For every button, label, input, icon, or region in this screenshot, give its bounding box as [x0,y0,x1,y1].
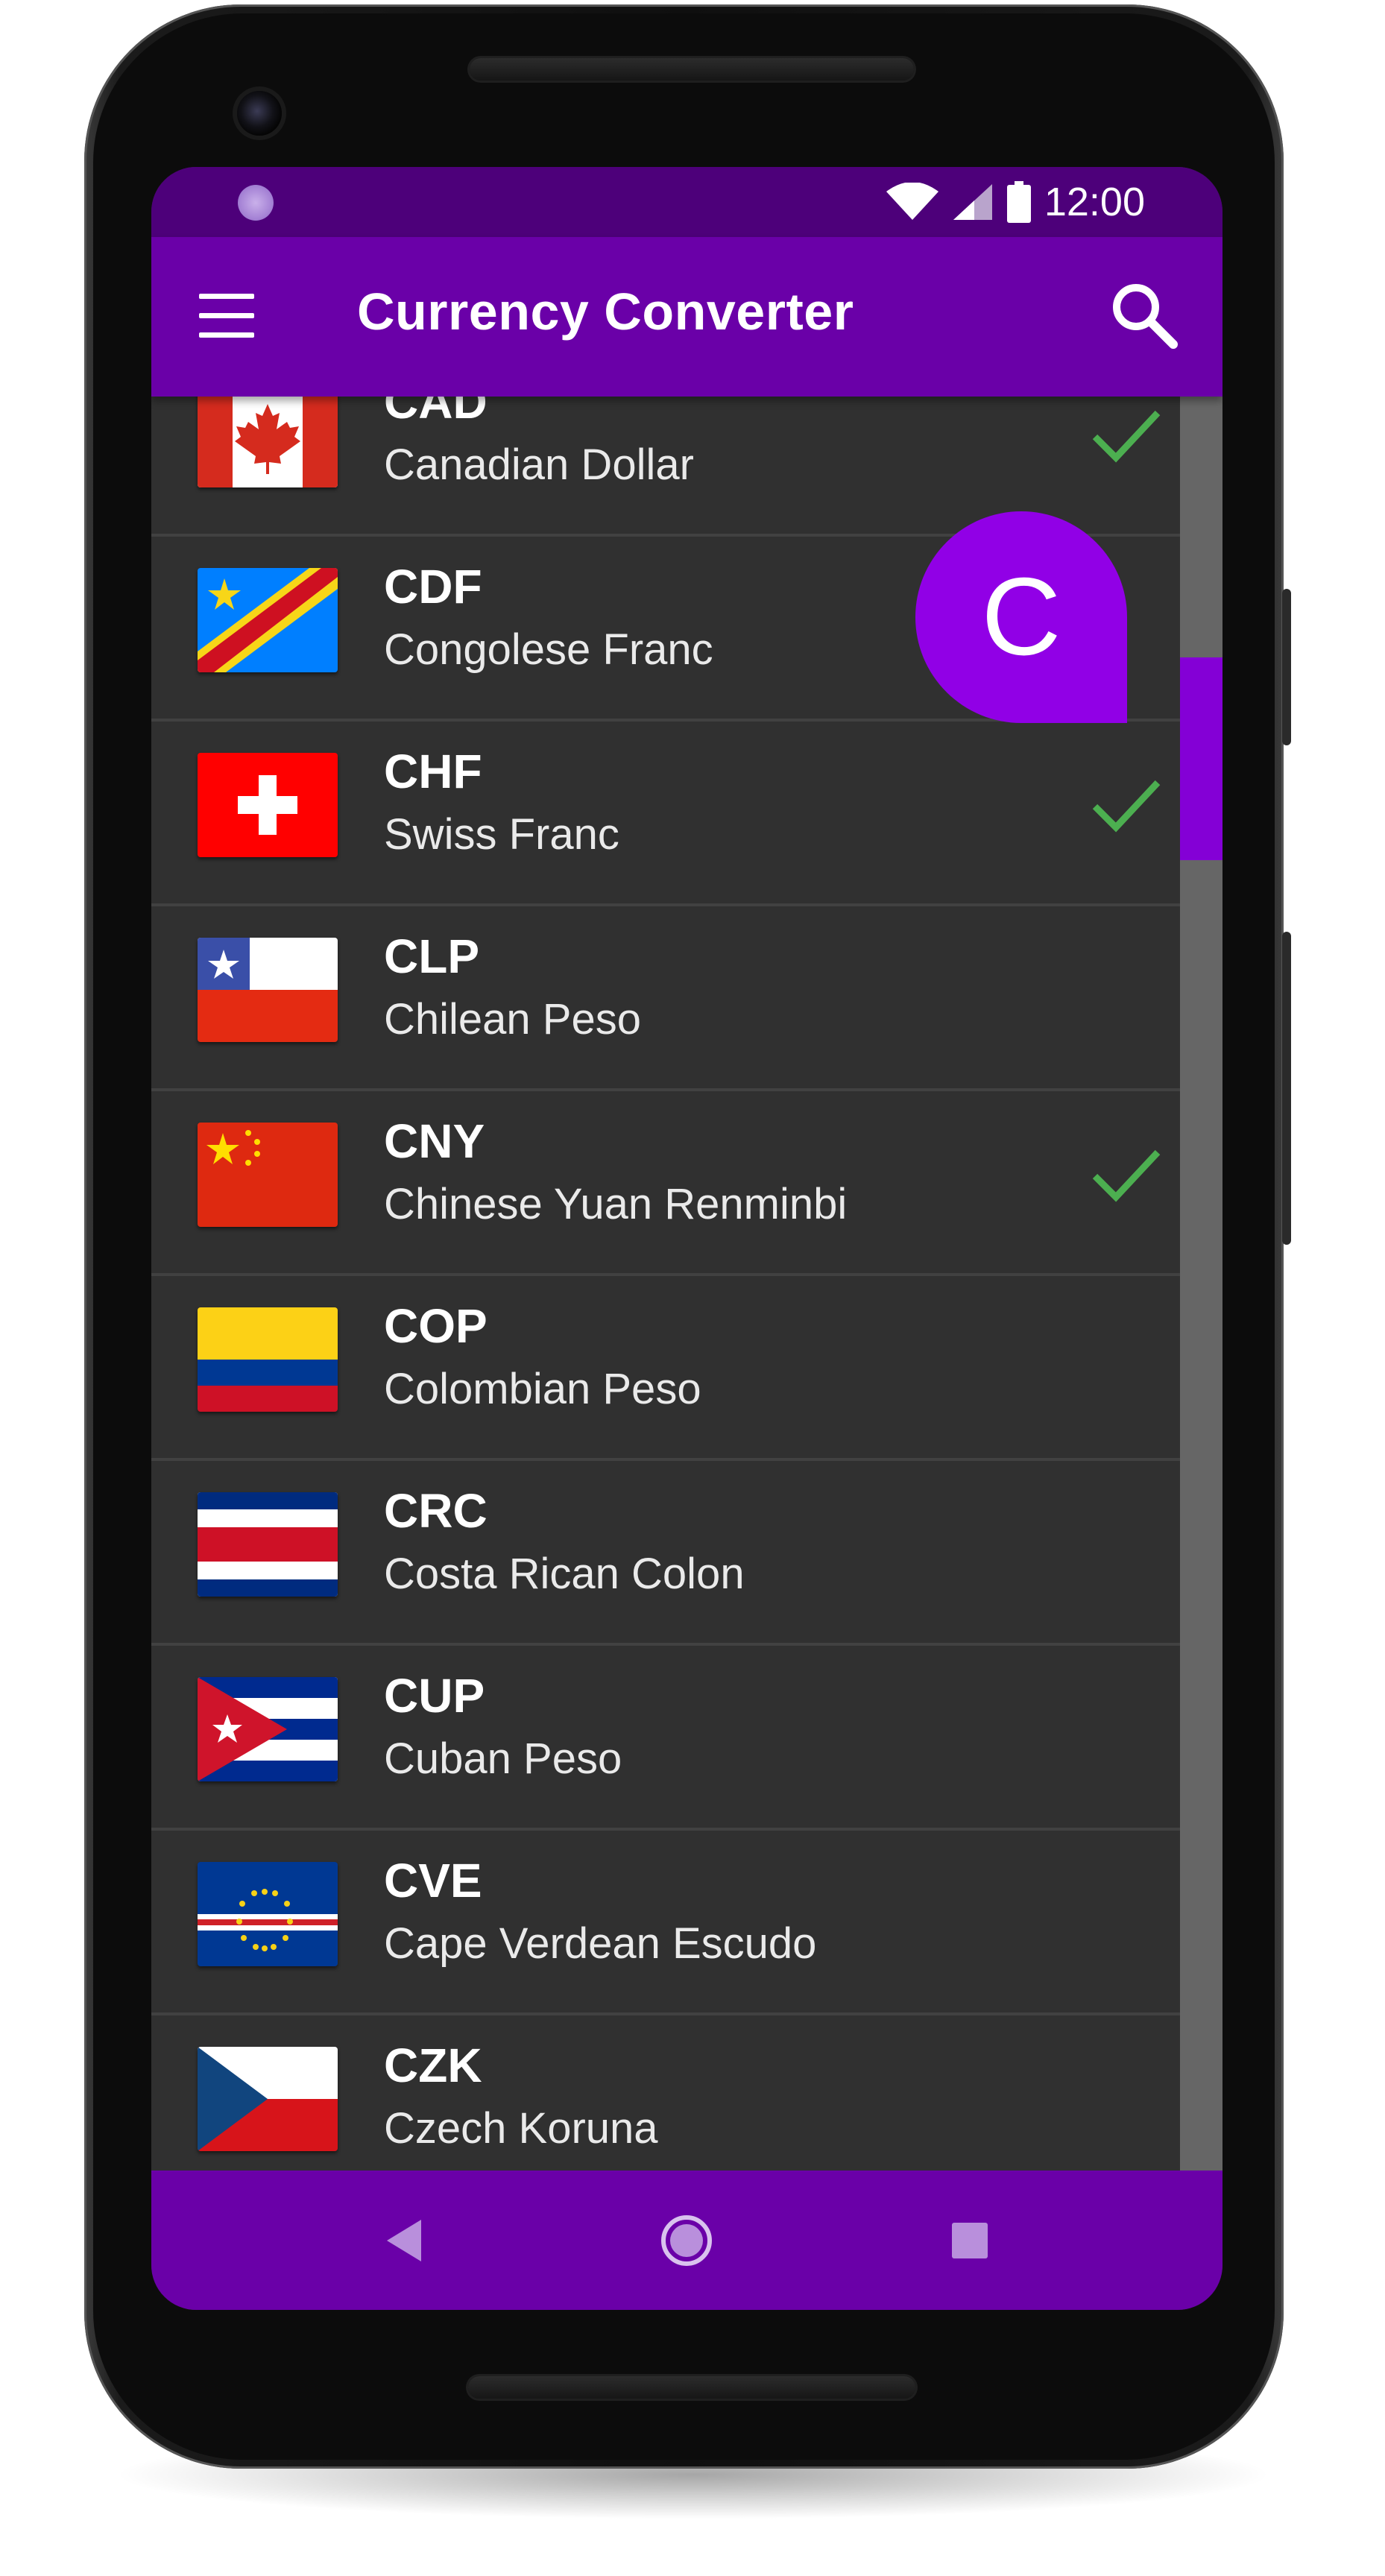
wifi-icon [886,183,938,220]
status-time: 12:00 [1044,180,1145,224]
status-icons: 12:00 [886,179,1145,225]
currency-row-cop[interactable]: COP Colombian Peso [151,1276,1180,1461]
top-speaker [470,58,914,80]
currency-row-cup[interactable]: CUP Cuban Peso [151,1646,1180,1831]
app-title: Currency Converter [357,282,854,341]
back-icon[interactable] [378,2214,432,2267]
currency-name: Chilean Peso [384,995,641,1044]
currency-code: CLP [384,929,479,983]
bottom-speaker [468,2376,915,2399]
check-icon [1092,410,1161,463]
switzerland-flag-icon [198,753,338,857]
navigation-bar [151,2171,1222,2310]
currency-name: Czech Koruna [384,2104,658,2153]
scrollbar-thumb[interactable] [1180,657,1222,860]
currency-code: CRC [384,1484,488,1538]
currency-row-cve[interactable]: CVE Cape Verdean Escudo [151,1831,1180,2015]
currency-code: CNY [384,1114,485,1168]
check-icon [1092,1149,1161,1202]
costa-rica-flag-icon [198,1492,338,1597]
battery-icon [1006,181,1031,223]
cape-verde-flag-icon [198,1862,338,1966]
czech-flag-icon [198,2047,338,2151]
status-bar: 12:00 [151,167,1222,237]
currency-name: Colombian Peso [384,1365,701,1413]
currency-row-clp[interactable]: CLP Chilean Peso [151,906,1180,1091]
canada-flag-icon [198,397,338,487]
home-icon[interactable] [660,2214,713,2267]
congo-flag-icon [198,568,338,672]
screen: 12:00 Currency Converter CAD Canadian Do… [151,167,1222,2310]
notification-icon [238,185,274,221]
cell-signal-icon [953,184,992,220]
currency-code: COP [384,1299,488,1353]
currency-name: Cuban Peso [384,1734,622,1783]
currency-row-czk[interactable]: CZK Czech Koruna [151,2015,1180,2171]
app-bar: Currency Converter [151,237,1222,397]
currency-name: Swiss Franc [384,810,619,859]
currency-name: Chinese Yuan Renminbi [384,1180,848,1228]
currency-name: Cape Verdean Escudo [384,1919,817,1968]
power-button [1282,589,1291,745]
currency-code: CDF [384,560,482,613]
currency-code: CZK [384,2039,482,2092]
fast-scroll-bubble: C [915,511,1127,723]
currency-row-chf[interactable]: CHF Swiss Franc [151,722,1180,906]
menu-icon[interactable] [199,294,256,338]
search-icon[interactable] [1106,277,1181,352]
currency-row-cny[interactable]: CNY Chinese Yuan Renminbi [151,1091,1180,1276]
currency-name: Canadian Dollar [384,441,694,489]
currency-code: CHF [384,745,482,798]
chile-flag-icon [198,938,338,1042]
currency-name: Congolese Franc [384,625,713,674]
front-camera [237,91,282,136]
check-icon [1092,780,1161,833]
currency-code: CVE [384,1854,482,1907]
china-flag-icon [198,1123,338,1227]
currency-row-crc[interactable]: CRC Costa Rican Colon [151,1461,1180,1646]
recents-icon[interactable] [943,2214,997,2267]
volume-button [1282,932,1291,1245]
currency-code: CUP [384,1669,485,1723]
currency-name: Costa Rican Colon [384,1550,745,1598]
currency-code: CAD [384,397,488,429]
cuba-flag-icon [198,1677,338,1781]
colombia-flag-icon [198,1307,338,1412]
